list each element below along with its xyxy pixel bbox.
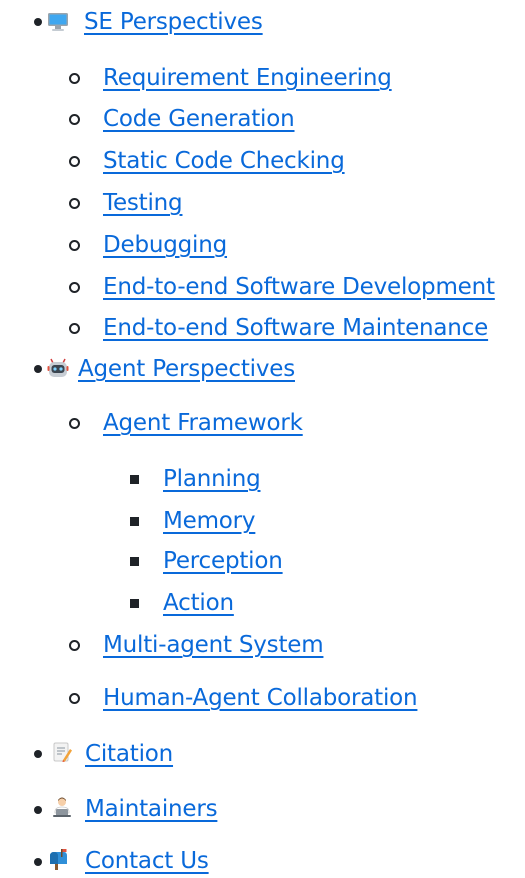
agent-framework-link[interactable]: Agent Framework [103, 410, 303, 436]
toc-item-memory: Memory [163, 504, 256, 538]
perception-link[interactable]: Perception [163, 548, 283, 574]
action-link[interactable]: Action [163, 590, 234, 616]
toc-item-end-to-end-maintenance: End-to-end Software Maintenance [103, 311, 488, 345]
bullet-square [130, 557, 139, 566]
toc-item-agent-perspectives: Agent Perspectives [78, 352, 295, 386]
bullet-square [130, 517, 139, 526]
contact-us-link[interactable]: Contact Us [85, 848, 209, 874]
bullet-square [130, 599, 139, 608]
toc-item-planning: Planning [163, 462, 261, 496]
toc-item-contact-us: Contact Us [85, 844, 209, 878]
human-agent-collaboration-link[interactable]: Human-Agent Collaboration [103, 685, 418, 711]
robot-icon [47, 357, 69, 379]
debugging-link[interactable]: Debugging [103, 232, 227, 258]
memo-icon [51, 741, 73, 763]
bullet-square [130, 475, 139, 484]
technologist-icon [51, 796, 73, 818]
bullet-circle [69, 323, 80, 334]
toc-item-testing: Testing [103, 186, 183, 220]
toc-item-citation: Citation [85, 737, 173, 771]
toc-item-code-generation: Code Generation [103, 102, 295, 136]
toc-item-debugging: Debugging [103, 228, 227, 262]
bullet-circle [69, 198, 80, 209]
citation-link[interactable]: Citation [85, 741, 173, 767]
toc-item-perception: Perception [163, 544, 283, 578]
planning-link[interactable]: Planning [163, 466, 261, 492]
bullet-circle [69, 418, 80, 429]
bullet-circle [69, 640, 80, 651]
bullet-disc [34, 365, 42, 373]
bullet-circle [69, 114, 80, 125]
toc-item-requirement-engineering: Requirement Engineering [103, 61, 392, 95]
bullet-circle [69, 282, 80, 293]
toc-item-agent-framework: Agent Framework [103, 406, 303, 440]
end-to-end-development-link[interactable]: End-to-end Software Development [103, 274, 495, 300]
agent-perspectives-link[interactable]: Agent Perspectives [78, 356, 295, 382]
bullet-circle [69, 693, 80, 704]
bullet-circle [69, 156, 80, 167]
bullet-circle [69, 73, 80, 84]
toc-item-multi-agent-system: Multi-agent System [103, 628, 324, 662]
bullet-disc [34, 806, 42, 814]
static-code-checking-link[interactable]: Static Code Checking [103, 148, 345, 174]
end-to-end-maintenance-link[interactable]: End-to-end Software Maintenance [103, 315, 488, 341]
maintainers-link[interactable]: Maintainers [85, 796, 218, 822]
desktop-computer-icon [47, 11, 69, 33]
requirement-engineering-link[interactable]: Requirement Engineering [103, 65, 392, 91]
memory-link[interactable]: Memory [163, 508, 256, 534]
bullet-disc [34, 858, 42, 866]
se-perspectives-link[interactable]: SE Perspectives [84, 9, 263, 35]
toc-item-static-code-checking: Static Code Checking [103, 144, 345, 178]
bullet-circle [69, 240, 80, 251]
toc-item-end-to-end-development: End-to-end Software Development [103, 270, 495, 304]
toc-item-action: Action [163, 586, 234, 620]
bullet-disc [34, 750, 42, 758]
testing-link[interactable]: Testing [103, 190, 183, 216]
toc-item-maintainers: Maintainers [85, 792, 218, 826]
toc-item-se-perspectives: SE Perspectives [84, 5, 263, 39]
bullet-disc [34, 18, 42, 26]
code-generation-link[interactable]: Code Generation [103, 106, 295, 132]
multi-agent-system-link[interactable]: Multi-agent System [103, 632, 324, 658]
mailbox-icon [47, 848, 69, 870]
toc-item-human-agent-collaboration: Human-Agent Collaboration [103, 681, 418, 715]
